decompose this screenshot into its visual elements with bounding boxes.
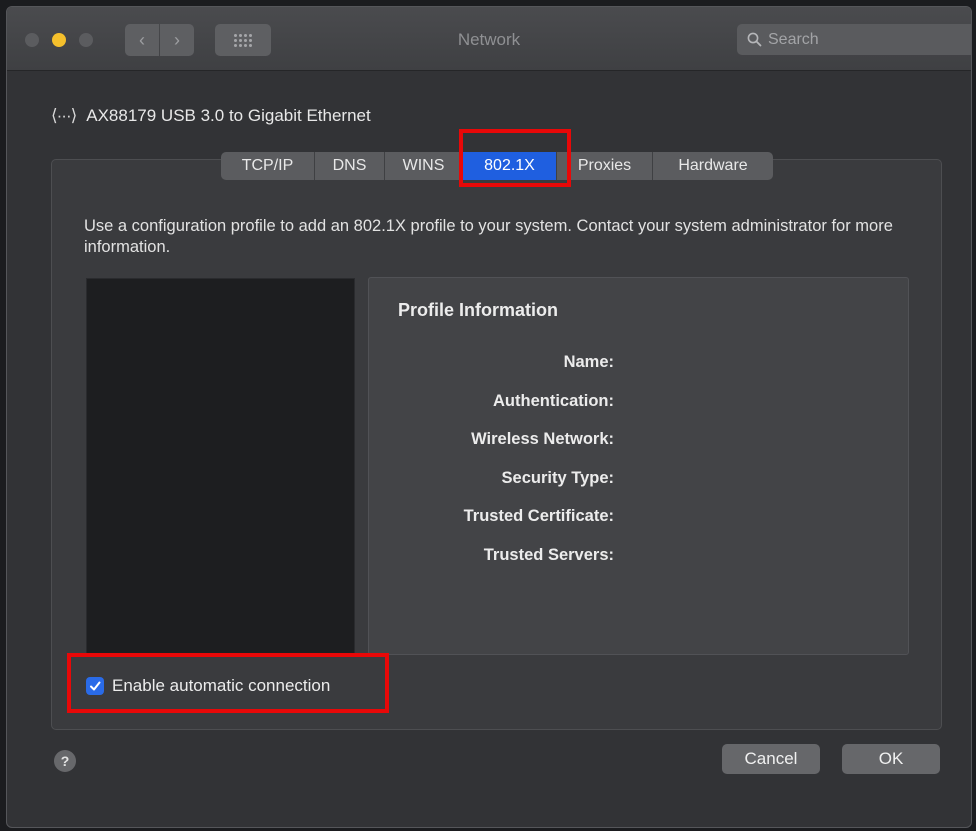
wireless-network-label: Wireless Network: (471, 430, 614, 448)
trusted-certificate-label: Trusted Certificate: (463, 507, 614, 525)
trusted-servers-label: Trusted Servers: (483, 545, 614, 564)
tab-bar: TCP/IP DNS WINS 802.1X Proxies Hardware (221, 152, 773, 180)
tab-proxies[interactable]: Proxies (557, 152, 653, 180)
tab-8021x[interactable]: 802.1X (463, 152, 557, 180)
ethernet-arrows-icon: ⟨···⟩ (51, 106, 77, 125)
ok-button[interactable]: OK (842, 744, 940, 774)
security-type-label: Security Type: (501, 468, 614, 487)
enable-automatic-connection-checkbox[interactable] (86, 677, 104, 695)
profile-list[interactable] (86, 278, 355, 654)
search-field[interactable] (737, 24, 971, 55)
enable-automatic-connection-row[interactable]: Enable automatic connection (86, 676, 330, 696)
tab-dns[interactable]: DNS (315, 152, 385, 180)
search-input[interactable] (768, 30, 948, 49)
settings-panel: Use a configuration profile to add an 80… (51, 159, 942, 730)
profile-field-labels: Name: Authentication: Wireless Network: … (464, 352, 614, 583)
device-name: AX88179 USB 3.0 to Gigabit Ethernet (86, 106, 371, 125)
device-header: ⟨···⟩ AX88179 USB 3.0 to Gigabit Etherne… (51, 106, 371, 126)
description-text: Use a configuration profile to add an 80… (84, 217, 893, 256)
cancel-button[interactable]: Cancel (722, 744, 820, 774)
search-icon (747, 32, 762, 47)
name-label: Name: (563, 353, 614, 371)
title-bar: ‹ › Network (7, 7, 971, 71)
authentication-label: Authentication: (493, 391, 614, 410)
enable-automatic-connection-label: Enable automatic connection (112, 676, 331, 695)
profile-information-box: Profile Information Name: Authentication… (368, 277, 909, 655)
profile-information-heading: Profile Information (398, 300, 559, 320)
network-preferences-window: ‹ › Network ⟨···⟩ AX88179 USB 3.0 to Gig… (6, 6, 972, 828)
checkmark-icon (90, 681, 101, 691)
tab-tcpip[interactable]: TCP/IP (221, 152, 315, 180)
tab-hardware[interactable]: Hardware (653, 152, 773, 180)
help-button[interactable]: ? (54, 750, 76, 772)
tab-wins[interactable]: WINS (385, 152, 463, 180)
